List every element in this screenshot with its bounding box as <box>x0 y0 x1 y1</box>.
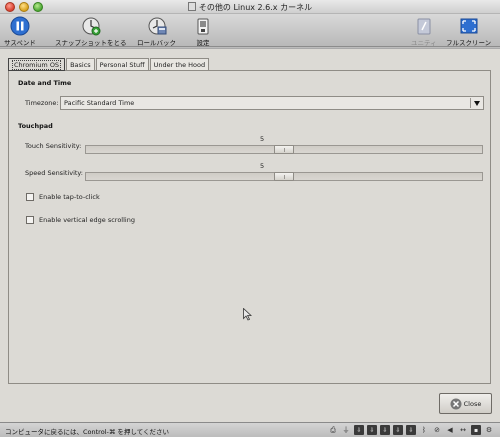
tab-label: Personal Stuff <box>99 61 145 69</box>
tab-label: Basics <box>70 61 91 69</box>
speaker-icon[interactable]: ◀ <box>445 425 455 435</box>
usb-icon[interactable]: ⏚ <box>341 425 351 435</box>
close-button[interactable]: Close <box>439 393 492 414</box>
speed-sensitivity-slider[interactable] <box>85 172 483 181</box>
guest-dialog: Chromium OS Basics Personal Stuff Under … <box>0 48 500 422</box>
fullscreen-label: フルスクリーン <box>446 39 492 47</box>
tap-to-click-checkbox[interactable] <box>26 193 34 201</box>
usb-device-icon[interactable]: ⇩ <box>354 425 364 435</box>
suspend-button[interactable]: サスペンド <box>4 16 36 47</box>
tab-label: Under the Hood <box>153 61 206 69</box>
document-icon <box>187 2 196 11</box>
tap-to-click-option[interactable]: Enable tap-to-click <box>26 193 100 201</box>
vertical-scroll-checkbox[interactable] <box>26 216 34 224</box>
touch-sensitivity-value: 5 <box>260 135 265 143</box>
usb-device-icon[interactable]: ⇩ <box>406 425 416 435</box>
settings-button[interactable]: 設定 <box>193 16 213 47</box>
mouse-pointer-icon <box>243 308 252 321</box>
snapshot-label: スナップショットをとる <box>55 39 127 47</box>
touch-sensitivity-label: Touch Sensitivity: <box>25 142 82 150</box>
timezone-value: Pacific Standard Time <box>64 99 135 107</box>
timezone-label: Timezone: <box>25 99 59 107</box>
window-title-text: その他の Linux 2.6.x カーネル <box>198 3 313 12</box>
date-time-heading: Date and Time <box>18 79 72 87</box>
combo-separator <box>470 98 471 108</box>
slider-thumb[interactable] <box>274 145 294 154</box>
close-icon <box>450 398 462 409</box>
device-icons: ⎙ ⏚ ⇩ ⇩ ⇩ ⇩ ⇩ ᛒ ⊘ ◀ ↔ ▪ ⚙ <box>328 425 494 435</box>
vertical-scroll-label: Enable vertical edge scrolling <box>39 216 135 224</box>
hard-disk-icon[interactable]: ▪ <box>471 425 481 435</box>
fullscreen-icon <box>460 18 478 34</box>
printer-icon[interactable]: ⎙ <box>328 425 338 435</box>
window-title: その他の Linux 2.6.x カーネル <box>0 2 500 13</box>
vertical-scroll-option[interactable]: Enable vertical edge scrolling <box>26 216 135 224</box>
window-titlebar[interactable]: その他の Linux 2.6.x カーネル <box>0 0 500 14</box>
rollback-label: ロールバック <box>137 39 176 47</box>
bluetooth-icon[interactable]: ᛒ <box>419 425 429 435</box>
speed-sensitivity-value: 5 <box>260 162 265 170</box>
fullscreen-button[interactable]: フルスクリーン <box>446 16 491 47</box>
switch-icon <box>197 18 209 35</box>
status-bar: コンピュータに戻るには、Control-⌘ を押してください ⎙ ⏚ ⇩ ⇩ ⇩… <box>0 422 500 437</box>
tap-to-click-label: Enable tap-to-click <box>39 193 100 201</box>
touchpad-heading: Touchpad <box>18 122 53 130</box>
vm-toolbar: サスペンド スナップショットをとる ロールバック 設定 ユニティ フルスクリーン <box>0 14 500 47</box>
tab-label: Chromium OS <box>12 60 62 70</box>
touch-sensitivity-slider[interactable] <box>85 145 483 154</box>
network-icon[interactable]: ↔ <box>458 425 468 435</box>
snapshot-button[interactable]: スナップショットをとる <box>55 16 127 47</box>
rollback-button[interactable]: ロールバック <box>137 16 176 47</box>
timezone-select[interactable]: Pacific Standard Time <box>60 96 484 110</box>
close-label: Close <box>463 399 482 408</box>
speed-sensitivity-label: Speed Sensitivity: <box>25 169 83 177</box>
tab-chromium-os[interactable]: Chromium OS <box>8 58 66 71</box>
tools-icon[interactable]: ⚙ <box>484 425 494 435</box>
settings-label: 設定 <box>196 39 210 47</box>
pause-icon <box>10 16 30 36</box>
unity-button[interactable]: ユニティ <box>411 16 437 47</box>
snapshot-icon <box>82 17 101 36</box>
status-text: コンピュータに戻るには、Control-⌘ を押してください <box>5 428 170 436</box>
slider-thumb[interactable] <box>274 172 294 181</box>
suspend-label: サスペンド <box>4 39 36 47</box>
unity-label: ユニティ <box>411 39 437 47</box>
no-sound-icon[interactable]: ⊘ <box>432 425 442 435</box>
usb-device-icon[interactable]: ⇩ <box>380 425 390 435</box>
usb-device-icon[interactable]: ⇩ <box>367 425 377 435</box>
dropdown-arrow-icon <box>474 101 480 106</box>
rollback-icon <box>148 17 166 35</box>
usb-device-icon[interactable]: ⇩ <box>393 425 403 435</box>
settings-panel: Date and Time Timezone: Pacific Standard… <box>8 70 491 384</box>
unity-icon <box>417 18 431 35</box>
